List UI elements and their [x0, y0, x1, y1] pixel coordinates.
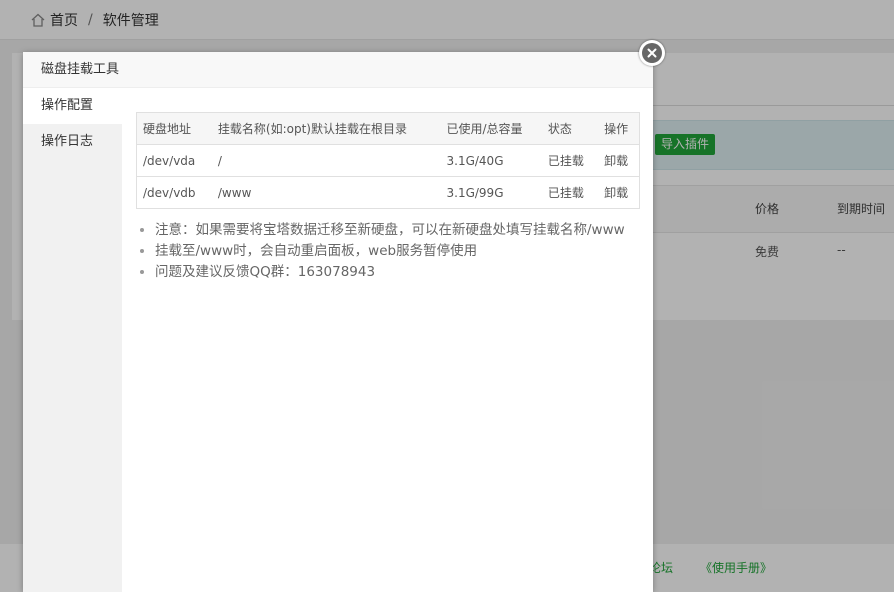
sidebar-item-log[interactable]: 操作日志: [23, 124, 122, 160]
table-row: /dev/vdb /www 3.1G/99G 已挂载 卸载: [136, 176, 640, 209]
header-mount-name: 挂载名称(如:opt)默认挂载在根目录: [210, 112, 440, 145]
note-item: 问题及建议反馈QQ群：163078943: [155, 262, 625, 283]
close-button[interactable]: [639, 40, 665, 66]
note-item: 挂载至/www时，会自动重启面板，web服务暂停使用: [155, 241, 625, 262]
cell-status: 已挂载: [540, 144, 598, 177]
note-item: 注意：如果需要将宝塔数据迁移至新硬盘，可以在新硬盘处填写挂载名称/www: [155, 220, 625, 241]
table-row: /dev/vda / 3.1G/40G 已挂载 卸载: [136, 144, 640, 177]
unmount-button[interactable]: 卸载: [597, 144, 640, 177]
modal-sidebar: 操作配置 操作日志: [23, 88, 122, 592]
header-status: 状态: [540, 112, 598, 145]
disk-mount-modal: 磁盘挂载工具 操作配置 操作日志 硬盘地址 挂载名称(如:opt)默认挂载在根目…: [23, 52, 653, 592]
cell-device: /dev/vda: [136, 144, 211, 177]
cell-status: 已挂载: [540, 176, 598, 209]
close-icon[interactable]: [642, 43, 662, 63]
header-action: 操作: [597, 112, 640, 145]
cell-mount: /: [210, 144, 440, 177]
cell-usage: 3.1G/40G: [439, 144, 541, 177]
table-header-row: 硬盘地址 挂载名称(如:opt)默认挂载在根目录 已使用/总容量 状态 操作: [136, 112, 640, 145]
unmount-button[interactable]: 卸载: [597, 176, 640, 209]
mount-table: 硬盘地址 挂载名称(如:opt)默认挂载在根目录 已使用/总容量 状态 操作 /…: [136, 112, 640, 209]
sidebar-item-config[interactable]: 操作配置: [23, 88, 122, 124]
header-device: 硬盘地址: [136, 112, 211, 145]
cell-usage: 3.1G/99G: [439, 176, 541, 209]
cell-device: /dev/vdb: [136, 176, 211, 209]
notes-list: 注意：如果需要将宝塔数据迁移至新硬盘，可以在新硬盘处填写挂载名称/www 挂载至…: [137, 220, 625, 283]
cell-mount: /www: [210, 176, 440, 209]
modal-title: 磁盘挂载工具: [23, 52, 653, 88]
header-usage: 已使用/总容量: [439, 112, 541, 145]
